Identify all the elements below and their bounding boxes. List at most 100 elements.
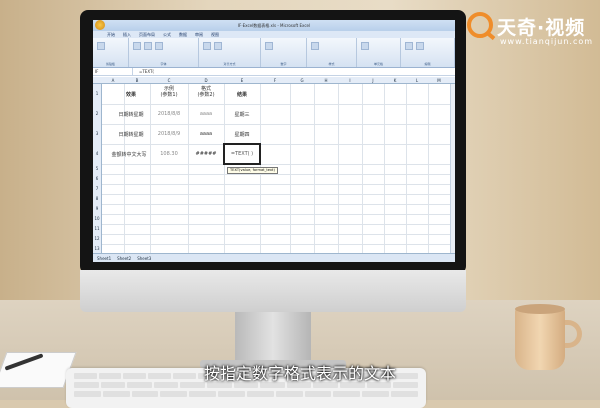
row-header[interactable]: 4: [93, 144, 102, 164]
row-header[interactable]: 5: [93, 164, 102, 174]
row-header[interactable]: 1: [93, 84, 102, 104]
underline-icon[interactable]: [155, 42, 163, 50]
sheet-tab[interactable]: Sheet2: [117, 254, 131, 262]
paste-icon[interactable]: [97, 42, 105, 50]
find-icon[interactable]: [416, 42, 424, 50]
table-cell[interactable]: 日期转星期: [111, 131, 151, 138]
tab-review[interactable]: 审阅: [195, 31, 203, 38]
column-header[interactable]: L: [406, 77, 428, 84]
grid-line: [102, 104, 455, 105]
sheet-tab[interactable]: Sheet1: [97, 254, 111, 262]
ribbon-group-number: 数字: [261, 38, 307, 67]
ribbon-group-styles: 样式: [307, 38, 357, 67]
group-label: 数字: [280, 62, 287, 66]
tab-view[interactable]: 视图: [211, 31, 219, 38]
column-header[interactable]: E: [224, 77, 260, 84]
cup-rim: [515, 304, 565, 314]
bold-icon[interactable]: [133, 42, 141, 50]
group-label: 剪贴板: [105, 62, 115, 66]
column-header[interactable]: I: [338, 77, 362, 84]
grid-line: [314, 84, 315, 253]
grid-line: [102, 164, 455, 165]
column-header[interactable]: G: [290, 77, 314, 84]
sheet-tab[interactable]: Sheet3: [137, 254, 151, 262]
insert-cells-icon[interactable]: [361, 42, 369, 50]
percent-icon[interactable]: [265, 42, 273, 50]
column-header[interactable]: B: [124, 77, 150, 84]
grid-line: [102, 244, 455, 245]
table-cell[interactable]: 日期转星期: [111, 111, 151, 118]
brand-logo: 天奇·视频 www.tianqijun.com: [467, 10, 595, 50]
logo-icon: [467, 12, 493, 38]
grid-line: [102, 144, 455, 145]
column-header[interactable]: F: [260, 77, 290, 84]
grid-line: [102, 234, 455, 235]
conditional-format-icon[interactable]: [311, 42, 319, 50]
italic-icon[interactable]: [144, 42, 152, 50]
table-cell[interactable]: 星期三: [224, 111, 260, 118]
table-header-cell: 示例 (参数1): [160, 86, 178, 98]
align-center-icon[interactable]: [214, 42, 222, 50]
group-label: 单元格: [373, 62, 383, 66]
row-header[interactable]: 3: [93, 124, 102, 144]
ribbon-group-cells: 单元格: [357, 38, 401, 67]
column-header[interactable]: H: [314, 77, 338, 84]
table-cell[interactable]: 星期四: [224, 131, 260, 138]
tab-insert[interactable]: 插入: [123, 31, 131, 38]
ribbon-group-font: 字体: [129, 38, 199, 67]
grid-line: [362, 84, 363, 253]
table-cell[interactable]: 2018/8/9: [150, 131, 188, 137]
row-header[interactable]: 9: [93, 204, 102, 214]
row-header[interactable]: 6: [93, 174, 102, 184]
vertical-scrollbar[interactable]: [450, 84, 455, 253]
title-bar: IF·Excel数据表格.xls - Microsoft Excel: [93, 20, 455, 31]
column-header[interactable]: D: [188, 77, 224, 84]
column-header[interactable]: A: [102, 77, 124, 84]
formula-bar: IF =TEXT(: [93, 68, 455, 76]
grid-line: [102, 224, 455, 225]
row-header[interactable]: 7: [93, 184, 102, 194]
row-header[interactable]: 11: [93, 224, 102, 234]
active-cell-border: [223, 143, 261, 165]
grid-line: [102, 174, 455, 175]
grid-line: [290, 84, 291, 253]
group-label: 样式: [328, 62, 335, 66]
monitor-chin: [80, 270, 466, 312]
tab-formulas[interactable]: 公式: [163, 31, 171, 38]
row-header[interactable]: 10: [93, 214, 102, 224]
column-header[interactable]: C: [150, 77, 188, 84]
table-cell[interactable]: 108.30: [150, 151, 188, 157]
video-subtitle: 按指定数字格式表示的文本: [203, 364, 396, 383]
office-button-icon[interactable]: [95, 20, 105, 30]
sort-filter-icon[interactable]: [405, 42, 413, 50]
grid-line: [102, 124, 455, 125]
table-header-cell: 格式 (参数2): [197, 86, 215, 98]
table-cell[interactable]: 2018/8/8: [150, 111, 188, 117]
spreadsheet-grid[interactable]: A B C D E F G H I J K L M 1 2 3 4 5 6 7 …: [93, 77, 455, 253]
monitor-stand: [235, 312, 311, 364]
column-headers: A B C D E F G H I J K L M: [93, 77, 455, 84]
row-header[interactable]: 12: [93, 234, 102, 244]
tab-data[interactable]: 数据: [179, 31, 187, 38]
name-box[interactable]: IF: [93, 68, 133, 75]
tab-home[interactable]: 开始: [107, 31, 115, 38]
row-header[interactable]: 13: [93, 244, 102, 253]
row-header[interactable]: 2: [93, 104, 102, 124]
table-cell[interactable]: 金额转中文大写: [107, 151, 151, 158]
formula-input[interactable]: =TEXT(: [133, 68, 154, 75]
column-header[interactable]: M: [428, 77, 450, 84]
align-left-icon[interactable]: [203, 42, 211, 50]
table-cell[interactable]: #####: [188, 151, 224, 157]
grid-line: [384, 84, 385, 253]
table-cell[interactable]: aaaa: [188, 131, 224, 137]
table-cell[interactable]: aaaa: [188, 111, 224, 117]
excel-window: IF·Excel数据表格.xls - Microsoft Excel 开始 插入…: [93, 20, 455, 262]
grid-line: [102, 204, 455, 205]
key-row: [74, 391, 418, 397]
function-tooltip: TEXT(value, format_text): [227, 167, 278, 174]
tab-page-layout[interactable]: 页面布局: [139, 31, 155, 38]
column-header[interactable]: K: [384, 77, 406, 84]
sheet-tabs: Sheet1 Sheet2 Sheet3: [93, 253, 455, 262]
column-header[interactable]: J: [362, 77, 384, 84]
row-header[interactable]: 8: [93, 194, 102, 204]
